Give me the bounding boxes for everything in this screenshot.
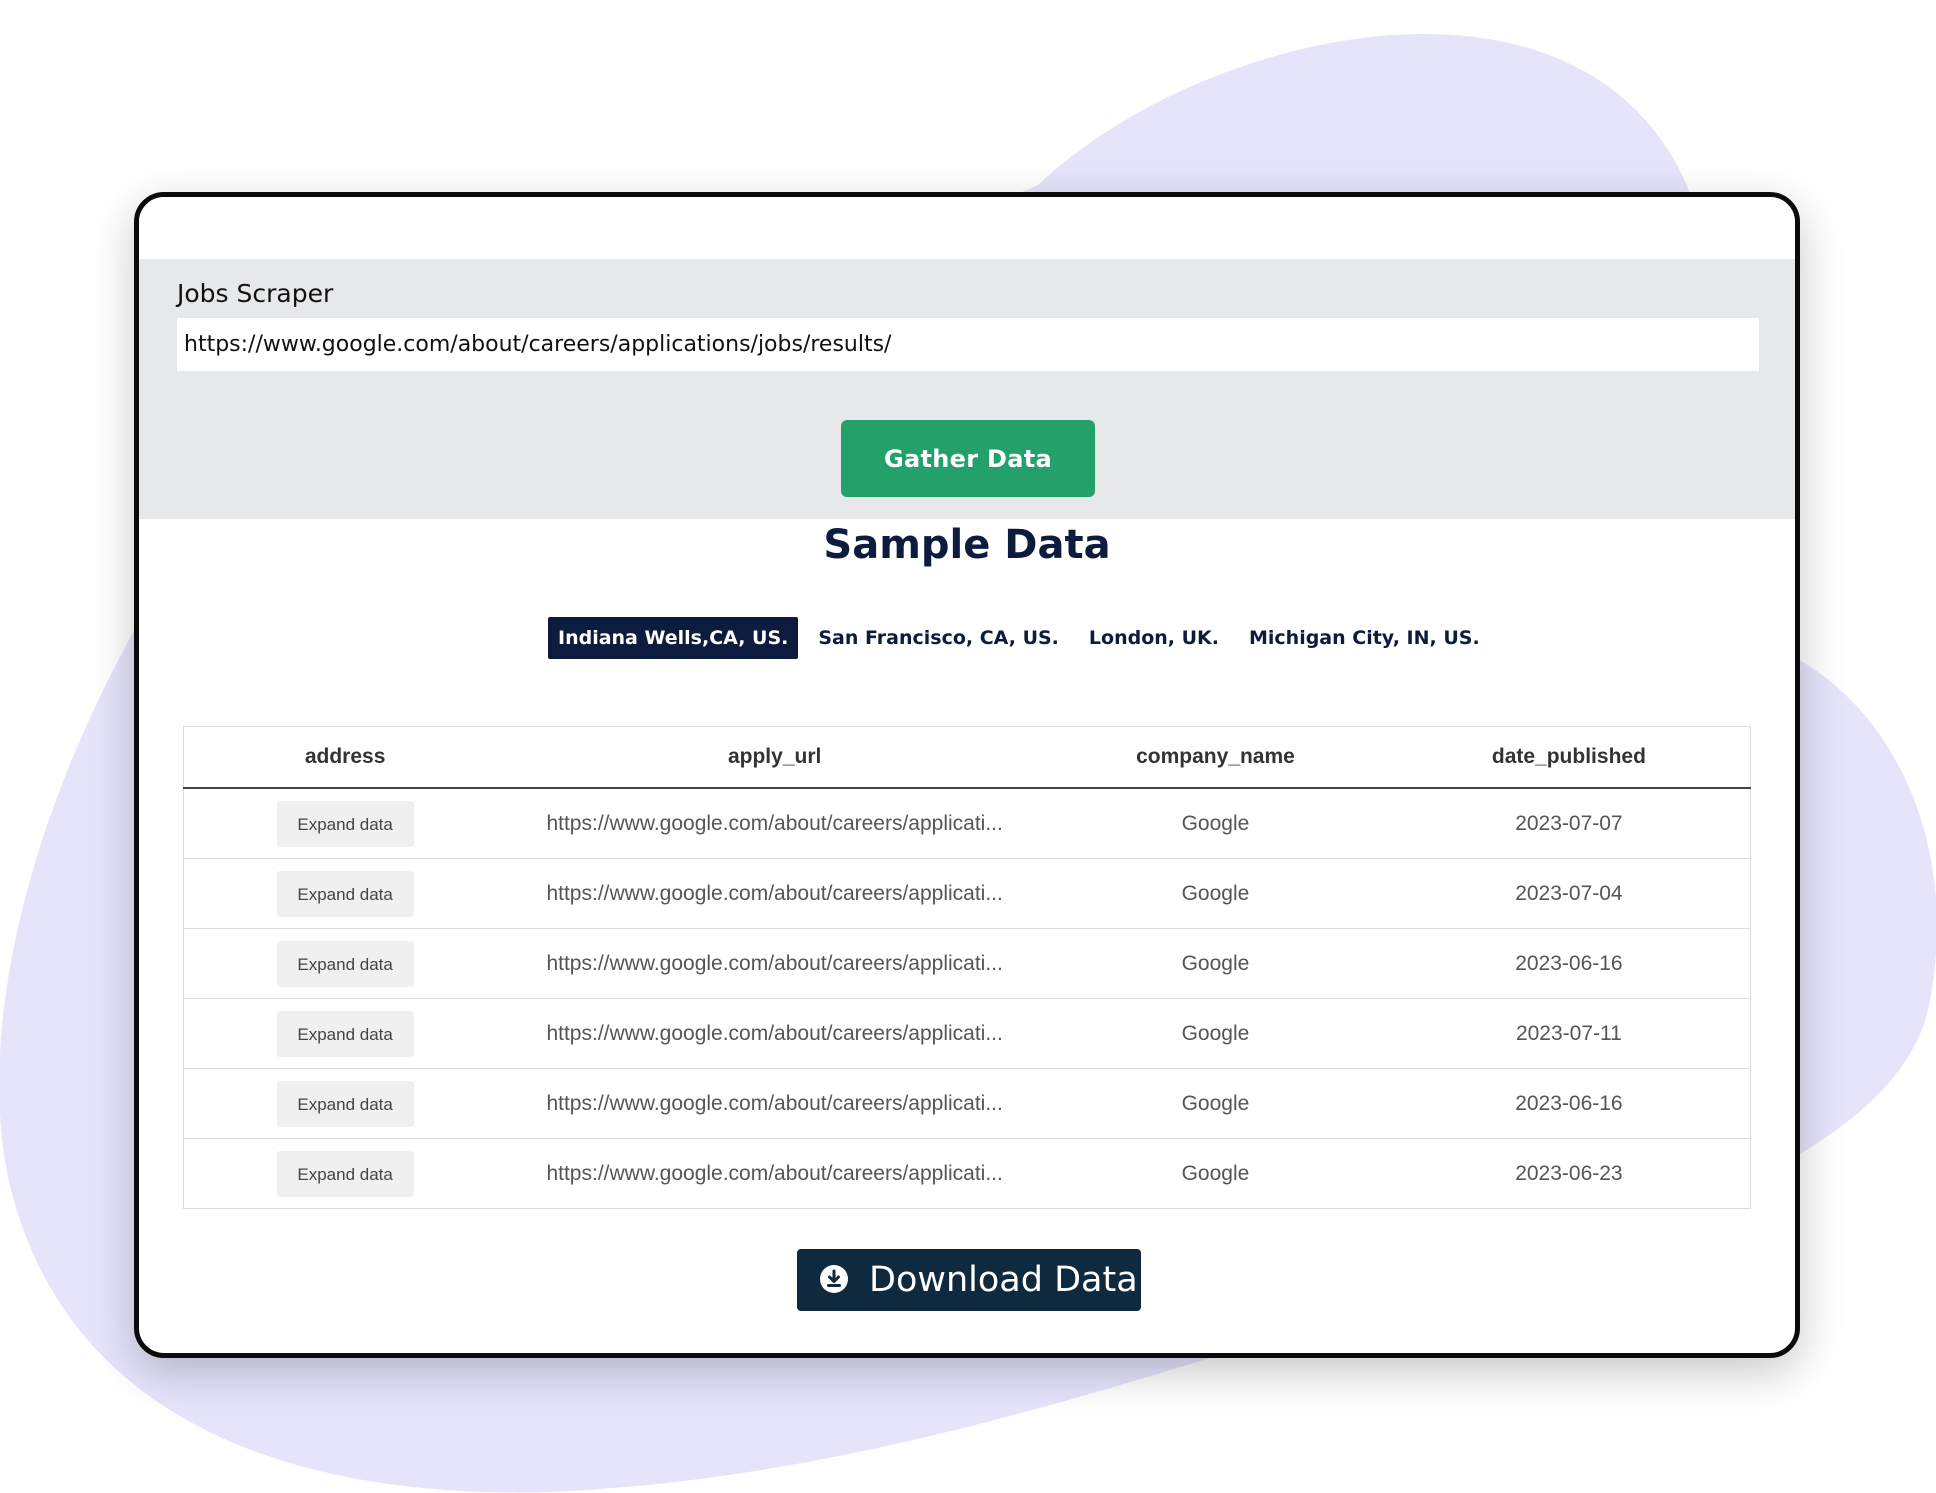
- apply-url-cell: https://www.google.com/about/careers/app…: [506, 858, 1044, 929]
- address-cell: Expand data: [183, 788, 507, 859]
- location-tabs: Indiana Wells,CA, US. San Francisco, CA,…: [548, 617, 1490, 659]
- apply-url-cell: https://www.google.com/about/careers/app…: [506, 928, 1044, 999]
- sample-data-table: address apply_url company_name date_publ…: [183, 726, 1751, 1209]
- expand-data-button[interactable]: Expand data: [276, 800, 414, 847]
- apply-url-cell: https://www.google.com/about/careers/app…: [506, 788, 1044, 859]
- tab-indiana-wells[interactable]: Indiana Wells,CA, US.: [548, 617, 799, 659]
- tab-san-francisco[interactable]: San Francisco, CA, US.: [808, 617, 1069, 659]
- date-published-cell: 2023-06-16: [1387, 928, 1751, 999]
- apply-url-cell: https://www.google.com/about/careers/app…: [546, 1161, 1003, 1185]
- table-row: Expand data https://www.google.com/about…: [183, 858, 1751, 929]
- apply-url-cell: https://www.google.com/about/careers/app…: [506, 998, 1044, 1069]
- app-window: Jobs Scraper Gather Data Sample Data Ind…: [134, 192, 1800, 1358]
- expand-data-button[interactable]: Expand data: [276, 1150, 414, 1197]
- column-header-company-name: company_name: [1043, 726, 1388, 789]
- column-header-apply-url: apply_url: [506, 726, 1044, 789]
- expand-data-button[interactable]: Expand data: [276, 1080, 414, 1127]
- address-cell: Expand data: [184, 1139, 507, 1209]
- table-header-row: address apply_url company_name date_publ…: [183, 726, 1751, 789]
- company-name-cell: Google: [1043, 998, 1388, 1069]
- company-name-cell: Google: [1043, 1068, 1388, 1139]
- company-name-cell: Google: [1043, 928, 1388, 999]
- date-published-cell: 2023-07-04: [1387, 858, 1751, 929]
- address-cell: Expand data: [183, 998, 507, 1069]
- company-name-cell: Google: [1181, 1161, 1250, 1185]
- table-row: Expand data https://www.google.com/about…: [183, 788, 1751, 859]
- tab-michigan-city[interactable]: Michigan City, IN, US.: [1239, 617, 1490, 659]
- download-icon: [819, 1264, 849, 1297]
- apply-url-cell: https://www.google.com/about/careers/app…: [506, 1068, 1044, 1139]
- date-published-cell: 2023-07-07: [1387, 788, 1751, 859]
- sample-data-title: Sample Data: [823, 522, 1111, 568]
- url-input[interactable]: [177, 318, 1759, 371]
- table-row: Expand data https://www.google.com/about…: [183, 998, 1751, 1069]
- expand-data-button[interactable]: Expand data: [276, 870, 414, 917]
- date-published-cell: 2023-06-16: [1387, 1068, 1751, 1139]
- table-row: Expand data https://www.google.com/about…: [183, 1068, 1751, 1139]
- scraper-form-panel: Jobs Scraper Gather Data: [139, 259, 1795, 519]
- date-published-cell: 2023-07-11: [1387, 998, 1751, 1069]
- table-row: Expand data https://www.google.com/about…: [183, 928, 1751, 999]
- expand-data-button[interactable]: Expand data: [276, 940, 414, 987]
- address-cell: Expand data: [183, 928, 507, 999]
- download-data-button[interactable]: Download Data: [797, 1249, 1141, 1311]
- column-header-address: address: [183, 726, 507, 789]
- download-label: Download Data: [869, 1260, 1138, 1300]
- window-top-strip: [139, 197, 1795, 259]
- company-name-cell: Google: [1043, 788, 1388, 859]
- address-cell: Expand data: [183, 858, 507, 929]
- form-label: Jobs Scraper: [177, 279, 334, 308]
- company-name-cell: Google: [1043, 858, 1388, 929]
- expand-data-button[interactable]: Expand data: [276, 1010, 414, 1057]
- date-published-cell: 2023-06-23: [1515, 1161, 1623, 1185]
- tab-london[interactable]: London, UK.: [1079, 617, 1229, 659]
- address-cell: Expand data: [183, 1068, 507, 1139]
- table-row: Expand data https://www.google.com/about…: [184, 1139, 1751, 1209]
- column-header-date-published: date_published: [1387, 726, 1751, 789]
- gather-data-button[interactable]: Gather Data: [841, 420, 1095, 497]
